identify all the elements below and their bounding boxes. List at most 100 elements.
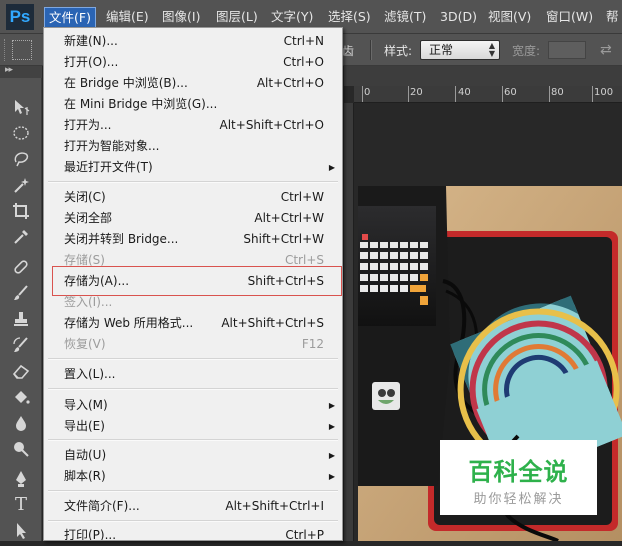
menu-item-file-info[interactable]: 文件简介(F)... Alt+Shift+Ctrl+I <box>44 496 342 517</box>
menu-item-place[interactable]: 置入(L)... <box>44 364 342 385</box>
menu-item-label: 新建(N)... <box>64 34 118 48</box>
menu-item-close-go-bridge[interactable]: 关闭并转到 Bridge... Shift+Ctrl+W <box>44 229 342 250</box>
type-tool-icon[interactable]: T <box>10 494 32 516</box>
blur-tool-icon[interactable] <box>10 412 32 434</box>
options-divider <box>370 40 372 60</box>
options-grip[interactable] <box>4 39 8 61</box>
healing-brush-tool-icon[interactable] <box>10 256 32 278</box>
menu-item-shortcut: Alt+Shift+Ctrl+I <box>225 499 324 513</box>
menu-item-shortcut: Alt+Ctrl+O <box>256 76 324 90</box>
photoshop-logo: Ps <box>6 4 34 30</box>
menu-view[interactable]: 视图(V) <box>488 7 531 27</box>
ruler-label: 20 <box>410 87 423 98</box>
menu-item-close[interactable]: 关闭(C) Ctrl+W <box>44 187 342 208</box>
menu-item-label: 打印(P)... <box>64 528 117 541</box>
menu-item-shortcut: Ctrl+W <box>280 190 324 204</box>
menu-edit[interactable]: 编辑(E) <box>106 7 149 27</box>
watermark-title: 百科全说 <box>468 458 569 486</box>
menu-item-save-for-web[interactable]: 存储为 Web 所用格式... Alt+Shift+Ctrl+S <box>44 313 342 334</box>
menu-item-label: 导出(E) <box>64 419 105 433</box>
menu-item-label: 在 Bridge 中浏览(B)... <box>64 76 188 90</box>
pen-tool-icon[interactable] <box>10 468 32 490</box>
menu-item-automate[interactable]: 自动(U) ▶ <box>44 445 342 466</box>
menu-item-import[interactable]: 导入(M) ▶ <box>44 395 342 416</box>
menu-item-open-as[interactable]: 打开为... Alt+Shift+Ctrl+O <box>44 115 342 136</box>
ruler-label: 100 <box>594 87 614 98</box>
ruler-tick <box>592 86 593 102</box>
menu-item-new[interactable]: 新建(N)... Ctrl+N <box>44 31 342 52</box>
menu-item-open-recent[interactable]: 最近打开文件(T) ▶ <box>44 157 342 178</box>
menu-type[interactable]: 文字(Y) <box>271 7 313 27</box>
menu-item-check-in[interactable]: 签入(I)... <box>44 292 342 313</box>
menu-item-label: 签入(I)... <box>64 295 113 309</box>
menu-item-open[interactable]: 打开(O)... Ctrl+O <box>44 52 342 73</box>
menu-select[interactable]: 选择(S) <box>328 7 371 27</box>
select-arrows-icon: ▲ ▼ <box>488 41 495 58</box>
menu-separator <box>48 439 338 441</box>
menu-item-label: 置入(L)... <box>64 367 116 381</box>
swap-arrows-icon[interactable]: ⇄ <box>600 42 612 58</box>
ruler-tick <box>549 86 550 102</box>
menu-item-browse-mini-bridge[interactable]: 在 Mini Bridge 中浏览(G)... <box>44 94 342 115</box>
menu-file[interactable]: 文件(F) <box>44 7 96 29</box>
menu-item-label: 最近打开文件(T) <box>64 160 153 174</box>
menu-3d[interactable]: 3D(D) <box>440 7 477 27</box>
path-selection-tool-icon[interactable] <box>10 520 32 542</box>
ruler-label: 80 <box>551 87 564 98</box>
menu-image[interactable]: 图像(I) <box>162 7 200 27</box>
dodge-tool-icon[interactable] <box>10 438 32 460</box>
menu-item-revert[interactable]: 恢复(V) F12 <box>44 334 342 355</box>
toolbox-header[interactable]: ▸▸ <box>0 65 42 78</box>
toolbox: ▸▸ T <box>0 65 42 542</box>
menu-item-label: 文件简介(F)... <box>64 499 140 513</box>
brush-tool-icon[interactable] <box>10 282 32 304</box>
submenu-arrow-icon: ▶ <box>328 451 335 460</box>
crop-tool-icon[interactable] <box>10 200 32 222</box>
clone-stamp-tool-icon[interactable] <box>10 308 32 330</box>
menu-separator <box>48 358 338 360</box>
ruler-tick <box>408 86 409 102</box>
file-menu-dropdown: 新建(N)... Ctrl+N 打开(O)... Ctrl+O 在 Bridge 中… <box>43 27 343 541</box>
menu-item-label: 自动(U) <box>64 448 107 462</box>
magic-wand-tool-icon[interactable] <box>10 174 32 196</box>
menu-item-label: 在 Mini Bridge 中浏览(G)... <box>64 97 218 111</box>
menu-item-close-all[interactable]: 关闭全部 Alt+Ctrl+W <box>44 208 342 229</box>
style-select[interactable]: 正常 ▲ ▼ <box>420 40 500 60</box>
menu-filter[interactable]: 滤镜(T) <box>384 7 426 27</box>
tool-preset-picker[interactable] <box>12 40 32 60</box>
menu-item-label: 打开为... <box>64 118 112 132</box>
width-input[interactable] <box>548 41 586 59</box>
watermark-badge: 百科全说 助你轻松解决 <box>440 440 597 515</box>
move-tool-icon[interactable] <box>10 96 32 118</box>
menu-separator <box>48 520 338 522</box>
menu-item-label: 打开为智能对象... <box>64 139 160 153</box>
lasso-tool-icon[interactable] <box>10 148 32 170</box>
submenu-arrow-icon: ▶ <box>328 163 335 172</box>
menu-item-shortcut: Alt+Shift+Ctrl+O <box>219 118 324 132</box>
ruler-label: 60 <box>504 87 517 98</box>
eyedropper-tool-icon[interactable] <box>10 226 32 248</box>
menu-item-export[interactable]: 导出(E) ▶ <box>44 416 342 437</box>
menu-layer[interactable]: 图层(L) <box>216 7 258 27</box>
menu-item-print[interactable]: 打印(P)... Ctrl+P <box>44 525 342 541</box>
menu-item-open-smart-object[interactable]: 打开为智能对象... <box>44 136 342 157</box>
paint-bucket-tool-icon[interactable] <box>10 386 32 408</box>
menu-item-label: 存储为 Web 所用格式... <box>64 316 194 330</box>
menu-item-scripts[interactable]: 脚本(R) ▶ <box>44 466 342 487</box>
menu-item-shortcut: Ctrl+O <box>283 55 324 69</box>
menu-item-shortcut: Shift+Ctrl+W <box>243 232 324 246</box>
ruler-tick <box>362 86 363 102</box>
menu-window[interactable]: 窗口(W) <box>546 7 593 27</box>
document-tab-strip[interactable] <box>344 66 622 86</box>
menu-item-browse-bridge[interactable]: 在 Bridge 中浏览(B)... Alt+Ctrl+O <box>44 73 342 94</box>
history-brush-tool-icon[interactable] <box>10 334 32 356</box>
menu-help[interactable]: 帮 <box>606 7 619 27</box>
style-label: 样式: <box>384 44 413 58</box>
collapse-icon[interactable]: ▸▸ <box>5 65 13 75</box>
ruler-label: 0 <box>364 87 371 98</box>
menu-item-label: 打开(O)... <box>64 55 119 69</box>
eraser-tool-icon[interactable] <box>10 360 32 382</box>
marquee-tool-icon[interactable] <box>10 122 32 144</box>
submenu-arrow-icon: ▶ <box>328 472 335 481</box>
ruler-tick <box>502 86 503 102</box>
